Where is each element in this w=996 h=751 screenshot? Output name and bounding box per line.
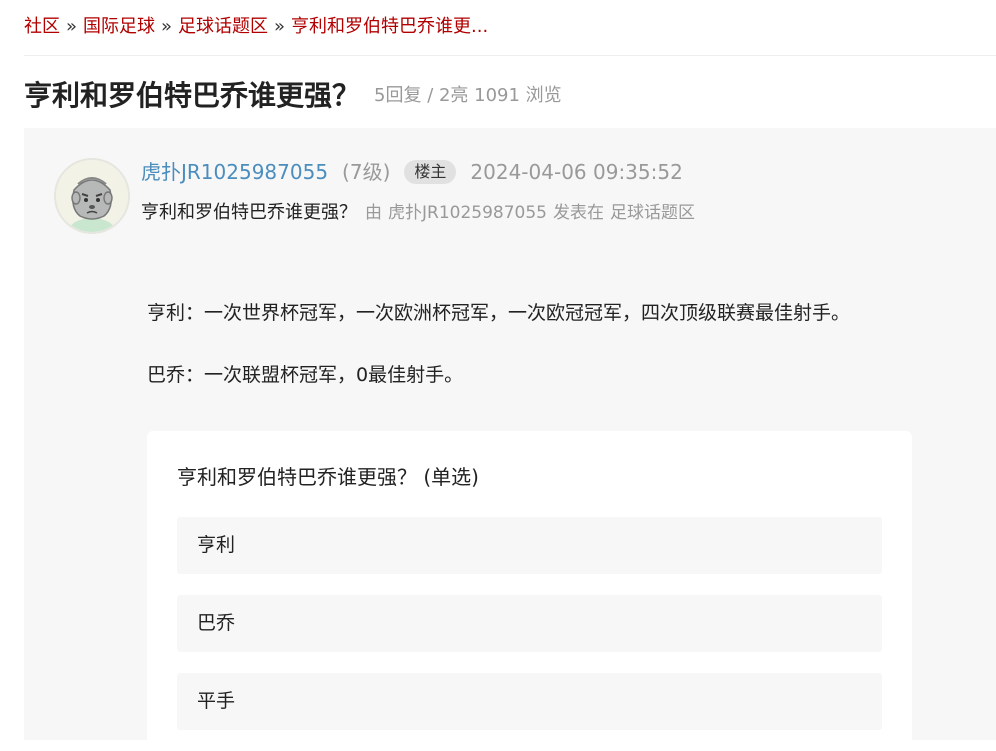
breadcrumb-separator: » (274, 16, 285, 37)
content-paragraph: 巴乔：一次联盟杯冠军，0最佳射手。 (147, 362, 850, 388)
post-container: 虎扑JR1025987055(7级)楼主2024-04-06 09:35:52 … (24, 128, 996, 740)
thread-stats: 5回复 / 2亮 1091 浏览 (374, 85, 562, 106)
post-subtitle-line: 亨利和罗伯特巴乔谁更强？ 由虎扑JR1025987055 发表在足球话题区 (141, 200, 701, 226)
breadcrumb-current-thread[interactable]: 亨利和罗伯特巴乔谁更... (291, 16, 488, 37)
post-meta: 由虎扑JR1025987055 发表在足球话题区 (365, 203, 701, 223)
post-time: 2024-04-06 09:35:52 (470, 160, 682, 184)
poll-question: 亨利和罗伯特巴乔谁更强？ (单选) (177, 463, 479, 491)
meta-author-link[interactable]: 虎扑JR1025987055 (388, 203, 547, 223)
post-content: 亨利：一次世界杯冠军，一次欧洲杯冠军，一次欧冠冠军，四次顶级联赛最佳射手。 巴乔… (147, 300, 850, 424)
meta-prefix: 由 (365, 203, 382, 223)
poll-option-label: 巴乔 (197, 610, 235, 636)
poll-card: 亨利和罗伯特巴乔谁更强？ (单选) 亨利 巴乔 平手 (147, 431, 912, 751)
owner-badge: 楼主 (404, 160, 456, 184)
content-paragraph: 亨利：一次世界杯冠军，一次欧洲杯冠军，一次欧冠冠军，四次顶级联赛最佳射手。 (147, 300, 850, 326)
thread-header: 亨利和罗伯特巴乔谁更强？ 5回复 / 2亮 1091 浏览 (24, 74, 562, 114)
poll-option-baggio[interactable]: 巴乔 (177, 595, 882, 652)
meta-board-link[interactable]: 足球话题区 (610, 203, 695, 223)
avatar[interactable] (54, 158, 130, 234)
breadcrumb-separator: » (66, 16, 77, 37)
author-line: 虎扑JR1025987055 (7级) 楼主 2024-04-06 09:35:52 (141, 158, 683, 186)
poll-option-label: 平手 (197, 688, 235, 714)
poll-option-draw[interactable]: 平手 (177, 673, 882, 730)
breadcrumb: 社区 » 国际足球 » 足球话题区 » 亨利和罗伯特巴乔谁更... (24, 14, 488, 40)
avatar-icon (56, 160, 128, 232)
header-divider (24, 55, 996, 56)
breadcrumb-football-topics[interactable]: 足球话题区 (178, 16, 268, 37)
page-title: 亨利和罗伯特巴乔谁更强？ (24, 79, 360, 112)
breadcrumb-community[interactable]: 社区 (24, 16, 60, 37)
poll-option-label: 亨利 (197, 532, 235, 558)
breadcrumb-international-football[interactable]: 国际足球 (83, 16, 155, 37)
breadcrumb-separator: » (161, 16, 172, 37)
meta-posted-label: 发表在 (553, 203, 604, 223)
author-name-link[interactable]: 虎扑JR1025987055 (141, 160, 328, 184)
post-subtitle: 亨利和罗伯特巴乔谁更强？ (141, 202, 357, 223)
author-level: (7级) (342, 160, 390, 184)
poll-option-henry[interactable]: 亨利 (177, 517, 882, 574)
